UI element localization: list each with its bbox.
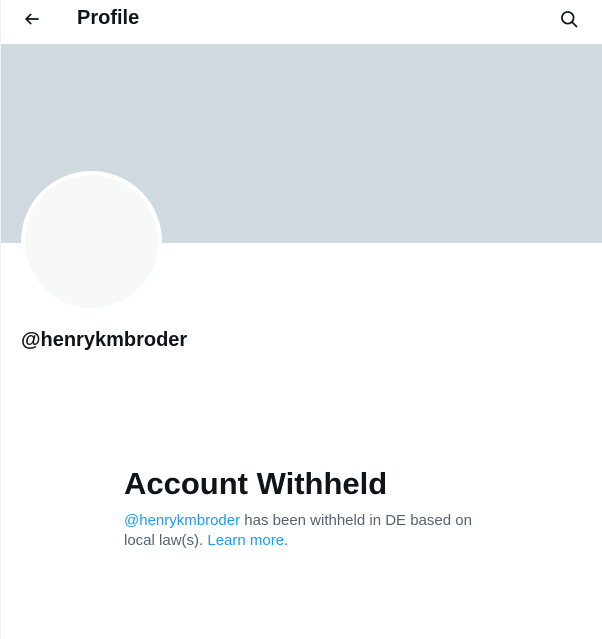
profile-handle: @henrykmbroder	[21, 329, 188, 351]
top-bar: Profile	[1, 0, 602, 44]
withheld-message-end: .	[284, 532, 289, 549]
avatar	[21, 171, 162, 312]
search-button[interactable]	[556, 6, 582, 32]
withheld-handle-link[interactable]: @henrykmbroder	[124, 512, 240, 529]
withheld-title: Account Withheld	[124, 466, 388, 501]
back-button[interactable]	[19, 6, 45, 32]
search-icon	[561, 11, 578, 28]
arrow-left-icon	[24, 13, 39, 25]
withheld-message: @henrykmbroder has been withheld in DE b…	[124, 511, 504, 551]
profile-page: Profile @henrykmbroder Account Withheld …	[0, 0, 602, 639]
account-withheld-notice: Account Withheld @henrykmbroder has been…	[124, 465, 504, 551]
page-title: Profile	[77, 7, 140, 29]
learn-more-link[interactable]: Learn more	[207, 532, 284, 549]
